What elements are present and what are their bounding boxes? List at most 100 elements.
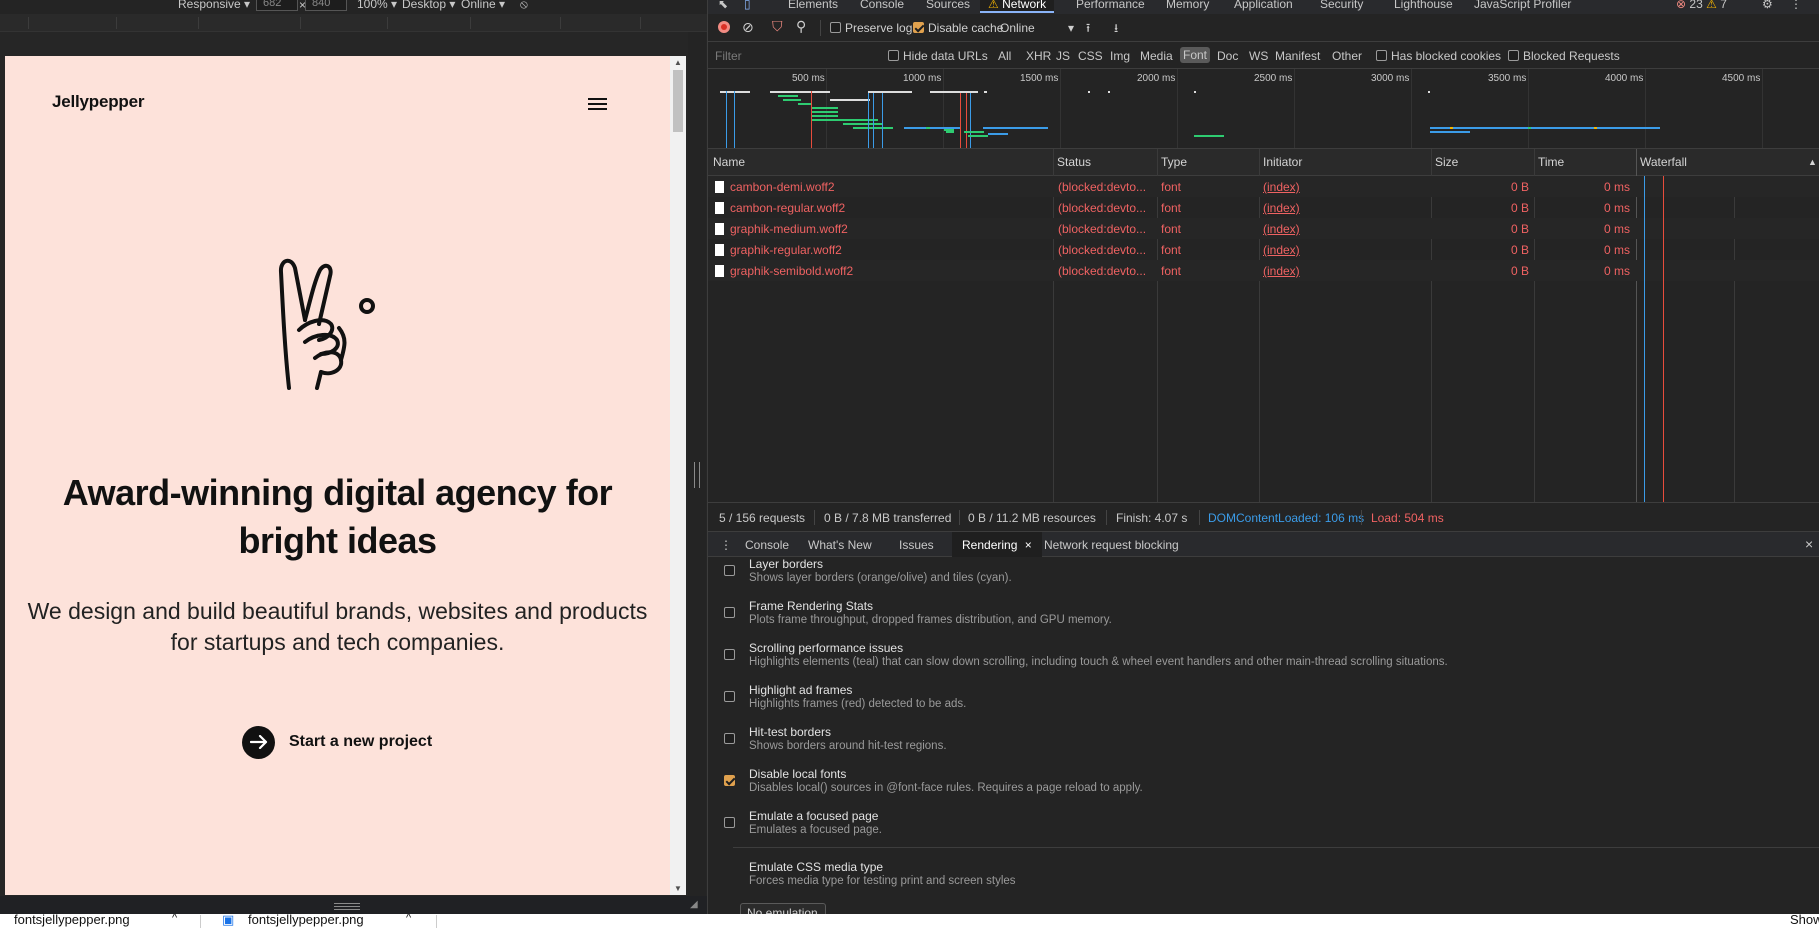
error-count[interactable]: ⊗ 23 ⚠ 7 (1676, 0, 1727, 11)
drawer-menu-icon[interactable]: ⋮ (720, 538, 732, 552)
inspect-icon[interactable]: ⬉ (718, 0, 728, 11)
viewport-resize-handle[interactable] (334, 903, 360, 911)
record-icon[interactable] (718, 21, 730, 36)
col-time[interactable]: Time (1538, 155, 1564, 169)
col-status[interactable]: Status (1057, 155, 1091, 169)
request-initiator[interactable]: (index) (1263, 264, 1300, 278)
zoom-select[interactable]: 100% ▾ (357, 0, 397, 11)
tab-lighthouse[interactable]: Lighthouse (1394, 0, 1453, 11)
width-input[interactable]: 682 (256, 0, 298, 11)
filter-all[interactable]: All (998, 49, 1011, 63)
table-row[interactable]: graphik-semibold.woff2 (blocked:devto...… (708, 260, 1819, 281)
table-row[interactable]: graphik-regular.woff2 (blocked:devto... … (708, 239, 1819, 260)
request-status: (blocked:devto... (1058, 222, 1147, 236)
site-logo[interactable]: Jellypepper (52, 92, 144, 112)
devtools-tab-bar: ⬉ ▯ Elements Console Sources ⚠ Network P… (708, 0, 1819, 14)
corner-resize-icon[interactable]: ◢ (690, 899, 698, 910)
tab-elements[interactable]: Elements (788, 0, 838, 11)
drawer-tab-request-blocking[interactable]: Network request blocking (1044, 538, 1179, 552)
tab-memory[interactable]: Memory (1166, 0, 1209, 11)
export-har-icon[interactable]: ⭳ (1114, 19, 1118, 40)
filter-media[interactable]: Media (1140, 49, 1173, 63)
rotate-icon[interactable]: ⦸ (520, 0, 528, 12)
scroll-thumb[interactable] (673, 70, 683, 132)
filter-js[interactable]: JS (1056, 49, 1070, 63)
file-icon (715, 202, 724, 214)
table-row[interactable]: cambon-regular.woff2 (blocked:devto... f… (708, 197, 1819, 218)
error-icon: ⊗ (1676, 0, 1687, 11)
hamburger-icon[interactable] (588, 96, 608, 112)
clear-icon[interactable]: ⊘ (742, 19, 754, 36)
tab-application[interactable]: Application (1234, 0, 1293, 11)
sort-icon[interactable]: ▲ (1808, 157, 1817, 167)
tab-security[interactable]: Security (1320, 0, 1363, 11)
col-waterfall[interactable]: Waterfall (1640, 155, 1687, 169)
has-blocked-cookies-checkbox[interactable]: Has blocked cookies (1376, 49, 1501, 63)
tab-network[interactable]: ⚠ Network (980, 0, 1055, 13)
request-initiator[interactable]: (index) (1263, 180, 1300, 194)
chevron-up-icon[interactable]: ^ (406, 914, 411, 924)
media-type-select[interactable]: No emulation ▾ (740, 903, 826, 914)
request-type: font (1161, 264, 1182, 278)
devtools-panel: ⬉ ▯ Elements Console Sources ⚠ Network P… (707, 0, 1819, 914)
search-icon[interactable]: ⚲ (796, 18, 806, 35)
tab-console[interactable]: Console (860, 0, 904, 11)
panel-splitter[interactable] (688, 32, 706, 896)
request-initiator[interactable]: (index) (1263, 201, 1300, 215)
disable-cache-checkbox[interactable]: Disable cache (913, 21, 1003, 35)
download-item[interactable]: fontsjellypepper.png (14, 914, 130, 927)
tab-js-profiler[interactable]: JavaScript Profiler (1474, 0, 1571, 11)
scroll-up-icon[interactable]: ▲ (674, 58, 682, 67)
filter-input[interactable]: Filter (708, 45, 878, 65)
height-input[interactable]: 840 (305, 0, 347, 11)
blocked-requests-checkbox[interactable]: Blocked Requests (1508, 49, 1620, 63)
network-throttle-select[interactable]: Online ▾ (1000, 21, 1074, 35)
drawer-tab-console[interactable]: Console (745, 538, 789, 552)
hide-data-urls-checkbox[interactable]: Hide data URLs (888, 49, 988, 63)
filter-img[interactable]: Img (1110, 49, 1130, 63)
filter-css[interactable]: CSS (1078, 49, 1103, 63)
request-name: cambon-demi.woff2 (715, 180, 1045, 194)
filter-other[interactable]: Other (1332, 49, 1362, 63)
filter-doc[interactable]: Doc (1217, 49, 1238, 63)
more-options-icon[interactable]: ⋮ (1790, 0, 1802, 11)
download-item[interactable]: fontsjellypepper.png (248, 914, 364, 927)
close-drawer-icon[interactable]: × (1805, 536, 1813, 552)
drawer-tab-whats-new[interactable]: What's New (808, 538, 872, 552)
start-project-button[interactable]: Start a new project (242, 725, 432, 759)
page-scrollbar[interactable]: ▲ ▼ (670, 56, 686, 895)
filter-manifest[interactable]: Manifest (1275, 49, 1320, 63)
filter-xhr[interactable]: XHR (1026, 49, 1051, 63)
tab-performance[interactable]: Performance (1076, 0, 1145, 11)
col-size[interactable]: Size (1435, 155, 1458, 169)
device-select[interactable]: Responsive ▾ (178, 0, 250, 11)
settings-gear-icon[interactable]: ⚙ (1762, 0, 1773, 11)
drawer-tab-issues[interactable]: Issues (899, 538, 934, 552)
summary-load: Load: 504 ms (1371, 511, 1444, 525)
col-initiator[interactable]: Initiator (1263, 155, 1302, 169)
throttle-select[interactable]: Online ▾ (461, 0, 505, 11)
col-name[interactable]: Name (713, 155, 745, 169)
device-toggle-icon[interactable]: ▯ (744, 0, 751, 11)
request-name: cambon-regular.woff2 (715, 201, 1045, 215)
mode-select[interactable]: Desktop ▾ (402, 0, 455, 11)
close-tab-icon[interactable]: × (1025, 538, 1032, 552)
request-initiator[interactable]: (index) (1263, 222, 1300, 236)
col-type[interactable]: Type (1161, 155, 1187, 169)
import-har-icon[interactable]: ⭱ (1086, 19, 1090, 40)
chevron-up-icon[interactable]: ^ (172, 914, 177, 924)
filter-font[interactable]: Font (1180, 47, 1211, 63)
request-initiator[interactable]: (index) (1263, 243, 1300, 257)
filter-icon[interactable]: ⛉ (772, 18, 783, 35)
file-icon (715, 244, 724, 256)
screen: Responsive ▾ 682 × 840 100% ▾ Desktop ▾ … (0, 0, 1819, 929)
table-row[interactable]: graphik-medium.woff2 (blocked:devto... f… (708, 218, 1819, 239)
drawer-tab-rendering[interactable]: Rendering × (952, 532, 1042, 557)
show-all-button[interactable]: Show (1790, 914, 1819, 927)
scroll-down-icon[interactable]: ▼ (674, 884, 682, 893)
filter-ws[interactable]: WS (1249, 49, 1268, 63)
table-row[interactable]: cambon-demi.woff2 (blocked:devto... font… (708, 176, 1819, 197)
preserve-log-checkbox[interactable]: Preserve log (830, 21, 912, 35)
tab-sources[interactable]: Sources (926, 0, 970, 11)
network-overview[interactable]: 500 ms 1000 ms 1500 ms 2000 ms 2500 ms 3… (708, 69, 1819, 149)
